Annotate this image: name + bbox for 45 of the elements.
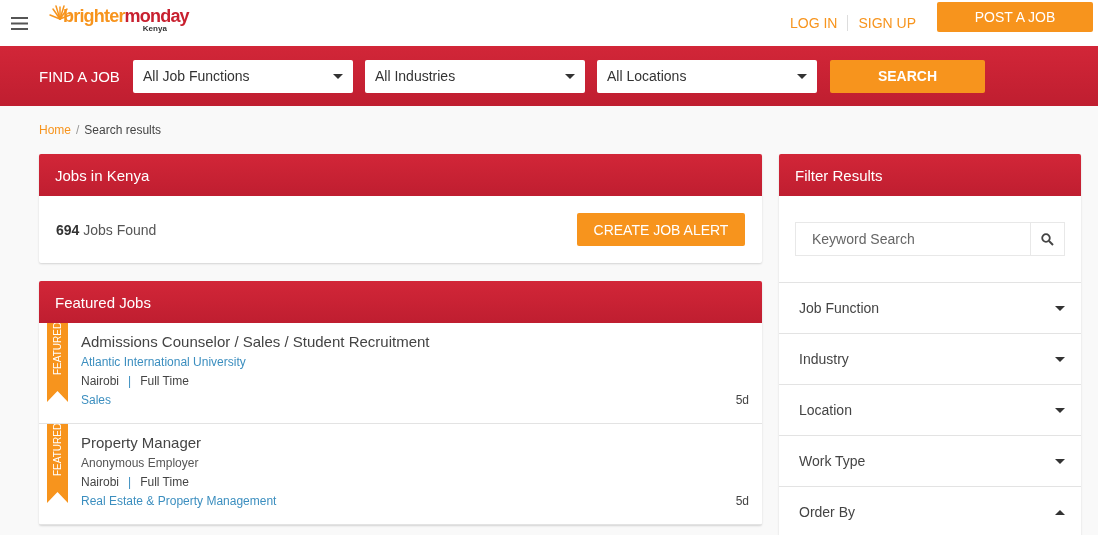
keyword-search-field[interactable]: Keyword Search [795, 222, 1030, 256]
meta-separator: | [128, 474, 132, 491]
caret-icon [1055, 356, 1065, 362]
job-type: Full Time [140, 373, 189, 390]
caret-icon [1055, 305, 1065, 311]
breadcrumb-current: Search results [84, 123, 162, 137]
logo-country: Kenya [142, 25, 167, 33]
caret-icon [1055, 509, 1065, 515]
featured-ribbon: FEATURED [47, 323, 68, 402]
job-category[interactable]: Sales [81, 391, 112, 410]
filter-section[interactable]: Order By [779, 487, 1081, 535]
job-location: Nairobi [81, 373, 119, 390]
logo-text[interactable]: brightermonday [63, 7, 189, 25]
filter-section[interactable]: Work Type [779, 436, 1081, 487]
caret-icon [1055, 458, 1065, 464]
job-title[interactable]: Admissions Counselor / Sales / Student Recruitment [81, 333, 749, 350]
caret-icon [1055, 407, 1065, 413]
job-type: Full Time [140, 474, 189, 491]
featured-ribbon: FEATURED [47, 424, 68, 503]
caret-icon [797, 73, 807, 79]
filter-section[interactable]: Job Function [779, 283, 1081, 334]
card-header: Filter Results [779, 154, 1081, 196]
job-age: 5d [735, 392, 749, 409]
meta-separator: | [128, 373, 132, 390]
dropdown-select[interactable]: All Job Functions [133, 59, 353, 93]
employer-name: Anonymous Employer [81, 455, 200, 472]
breadcrumb-separator: / [76, 123, 80, 137]
card-header: Jobs in Kenya [39, 154, 762, 196]
menu-icon[interactable] [11, 16, 28, 30]
caret-icon [333, 73, 343, 79]
job-age: 5d [735, 493, 749, 510]
search-button[interactable] [1030, 222, 1065, 256]
job-location: Nairobi [81, 474, 119, 491]
job-category[interactable]: Real Estate & Property Management [81, 492, 277, 511]
employer-name[interactable]: Atlantic International University [81, 353, 749, 372]
card-header: Featured Jobs [39, 281, 762, 323]
dropdown-select[interactable]: All Industries [365, 59, 585, 93]
job-title[interactable]: Property Manager [81, 434, 749, 451]
filter-section[interactable]: Industry [779, 334, 1081, 385]
filter-section[interactable]: Location [779, 385, 1081, 436]
caret-icon [565, 73, 575, 79]
dropdown-select[interactable]: All Locations [597, 59, 817, 93]
search-icon [1041, 232, 1054, 246]
jobs-count: 694 Jobs Found [56, 221, 157, 238]
search-label: FIND A JOB [39, 67, 121, 85]
